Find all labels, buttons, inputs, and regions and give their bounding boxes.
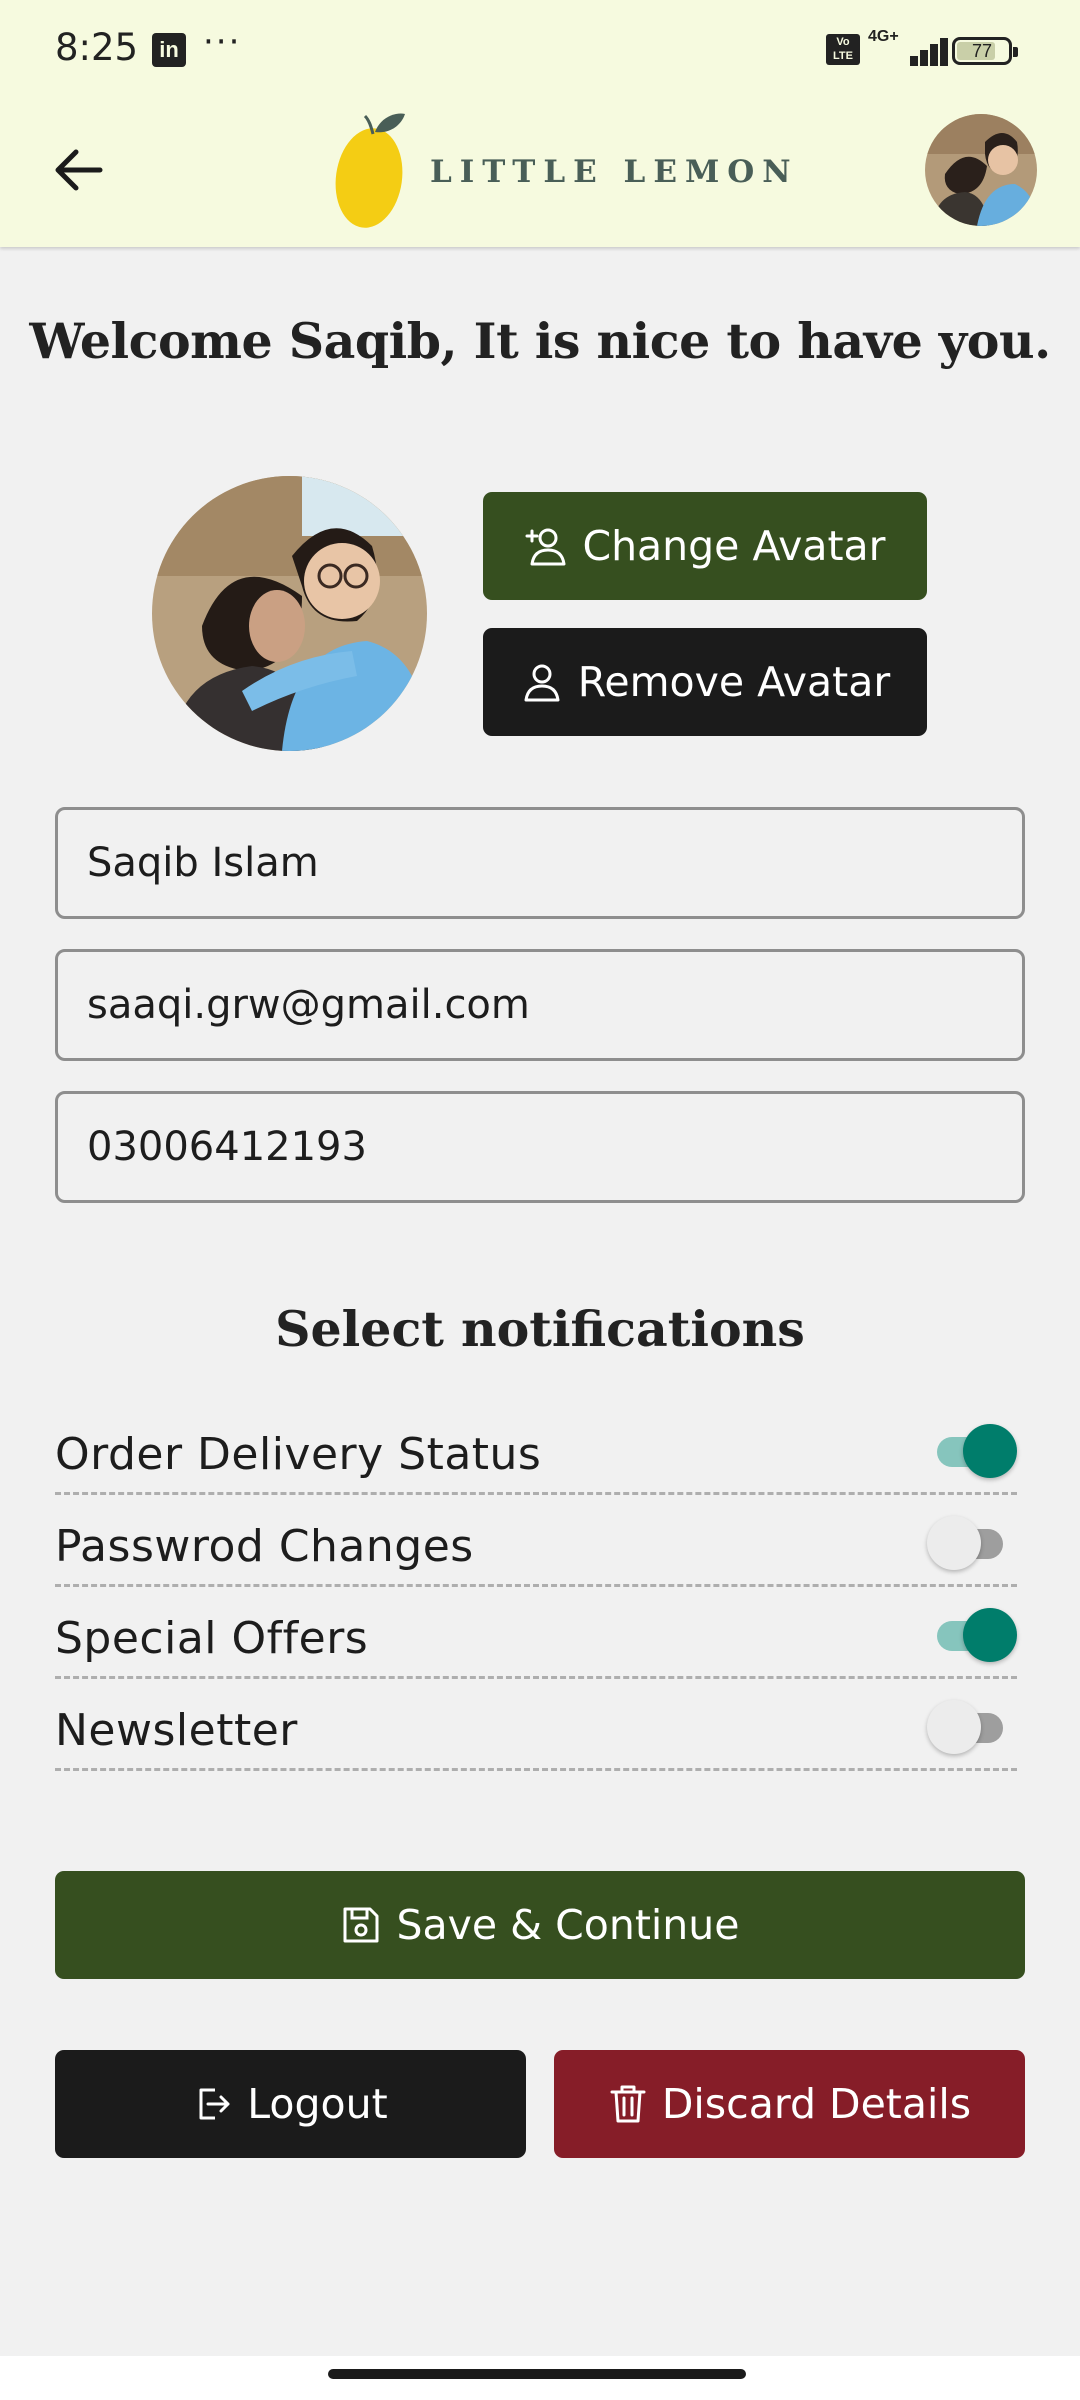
special-offers-toggle[interactable] [927, 1607, 1017, 1663]
save-continue-label: Save & Continue [396, 1901, 740, 1949]
change-avatar-button[interactable]: Change Avatar [483, 492, 927, 600]
order-delivery-toggle[interactable] [927, 1423, 1017, 1479]
profile-avatar [152, 476, 427, 751]
top-app-bar: 8:25 in ··· Vo LTE 4G+ 77 LITTLE LEMON [0, 0, 1080, 247]
notification-row: Special Offers [55, 1587, 1017, 1679]
welcome-heading: Welcome Saqib, It is nice to have you. [29, 312, 1051, 370]
logo-text: LITTLE LEMON [430, 154, 799, 190]
trash-icon [610, 2085, 646, 2123]
user-photo [152, 476, 427, 751]
linkedin-icon: in [152, 33, 186, 67]
system-navigation-bar [0, 2356, 1080, 2400]
logout-icon [199, 2088, 230, 2120]
network-type: 4G+ [868, 28, 899, 45]
email-input[interactable] [58, 952, 1022, 1058]
notifications-heading: Select notifications [275, 1300, 805, 1358]
notification-label: Special Offers [55, 1613, 369, 1664]
battery-icon: 77 [952, 37, 1018, 65]
user-icon [524, 664, 560, 702]
user-photo [925, 114, 1037, 226]
notification-row: Order Delivery Status [55, 1403, 1017, 1495]
newsletter-toggle[interactable] [927, 1699, 1017, 1755]
logout-button[interactable]: Logout [55, 2050, 526, 2158]
header-avatar[interactable] [925, 114, 1037, 226]
notification-label: Newsletter [55, 1705, 298, 1756]
lemon-icon [335, 113, 405, 228]
floppy-disk-icon [343, 1907, 379, 1943]
arrow-left-icon [55, 149, 103, 191]
password-changes-toggle[interactable] [927, 1515, 1017, 1571]
phone-input[interactable] [58, 1094, 1022, 1200]
back-button[interactable] [48, 140, 108, 200]
logout-label: Logout [247, 2080, 388, 2128]
notification-label: Passwrod Changes [55, 1521, 474, 1572]
discard-details-label: Discard Details [661, 2080, 972, 2128]
little-lemon-logo: LITTLE LEMON [335, 112, 791, 230]
change-avatar-label: Change Avatar [582, 522, 886, 570]
notification-row: Passwrod Changes [55, 1495, 1017, 1587]
discard-details-button[interactable]: Discard Details [554, 2050, 1025, 2158]
status-bar: 8:25 in ··· Vo LTE 4G+ 77 [0, 0, 1080, 100]
volte-icon: Vo LTE [826, 34, 860, 65]
home-gesture-handle[interactable] [328, 2369, 746, 2379]
email-field[interactable] [55, 949, 1025, 1061]
user-plus-icon [525, 528, 566, 566]
name-input[interactable] [58, 810, 1022, 916]
phone-field[interactable] [55, 1091, 1025, 1203]
remove-avatar-label: Remove Avatar [577, 658, 891, 706]
battery-level: 77 [971, 41, 993, 61]
remove-avatar-button[interactable]: Remove Avatar [483, 628, 927, 736]
status-time: 8:25 [55, 26, 139, 69]
notification-label: Order Delivery Status [55, 1429, 542, 1480]
save-continue-button[interactable]: Save & Continue [55, 1871, 1025, 1979]
notification-row: Newsletter [55, 1679, 1017, 1771]
name-field[interactable] [55, 807, 1025, 919]
more-dots-icon: ··· [203, 22, 242, 62]
